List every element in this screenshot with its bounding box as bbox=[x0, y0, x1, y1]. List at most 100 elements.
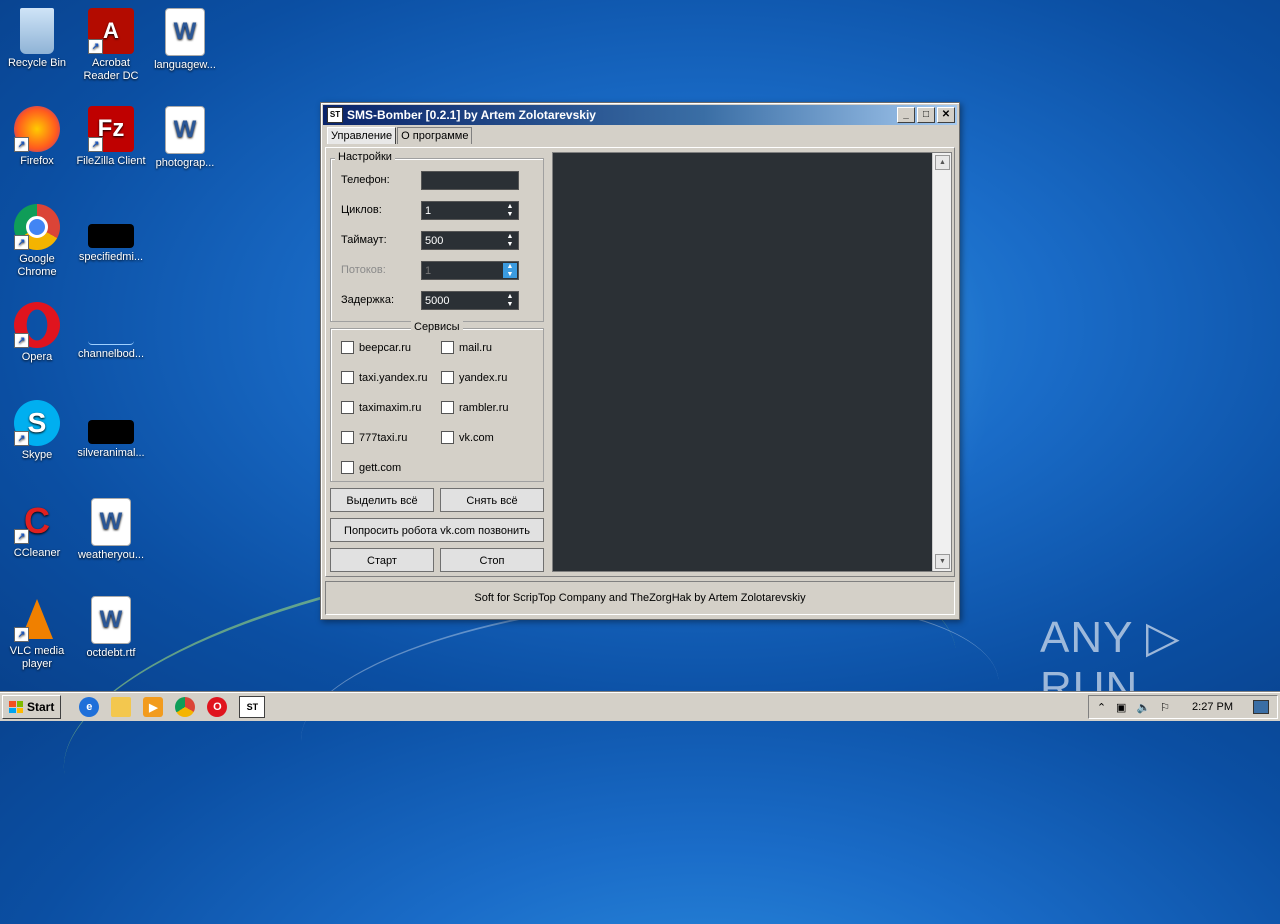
chrome-icon[interactable] bbox=[175, 697, 196, 717]
service-checkbox[interactable]: beepcar.ru bbox=[341, 341, 411, 354]
maximize-button[interactable]: □ bbox=[917, 107, 935, 123]
desktop-icon-weatheryou[interactable]: W weatheryou... bbox=[74, 498, 148, 562]
app-icon: ST bbox=[327, 107, 343, 123]
desktop-icon-chrome[interactable]: ↗ Google Chrome bbox=[0, 204, 74, 279]
flag-icon[interactable]: ⚐ bbox=[1160, 701, 1170, 714]
skype-icon: S ↗ bbox=[14, 400, 60, 446]
window-title: SMS-Bomber [0.2.1] by Artem Zolotarevski… bbox=[347, 108, 596, 122]
threads-spinbox: 1 ▲ ▼ bbox=[421, 261, 519, 280]
spin-arrows-icon[interactable]: ▲ ▼ bbox=[503, 233, 517, 248]
scroll-down-icon[interactable]: ▼ bbox=[935, 554, 950, 569]
desktop-icon-languagew[interactable]: W languagew... bbox=[148, 8, 222, 72]
opera-icon[interactable]: O bbox=[207, 697, 228, 717]
checkbox-icon[interactable] bbox=[441, 431, 454, 444]
log-console[interactable]: ▲ ▼ bbox=[552, 152, 952, 572]
checkbox-icon[interactable] bbox=[441, 341, 454, 354]
spin-arrows-icon: ▲ ▼ bbox=[503, 263, 517, 278]
service-checkbox[interactable]: taxi.yandex.ru bbox=[341, 371, 427, 384]
word-doc-icon: W bbox=[165, 106, 205, 154]
service-checkbox[interactable]: vk.com bbox=[441, 431, 494, 444]
desktop-icon-vlc[interactable]: ↗ VLC media player bbox=[0, 596, 74, 671]
acrobat-icon: A ↗ bbox=[88, 8, 134, 54]
firefox-icon: ↗ bbox=[14, 106, 60, 152]
services-group-title: Сервисы bbox=[411, 321, 463, 333]
delay-value: 5000 bbox=[425, 295, 450, 307]
word-doc-icon: W bbox=[91, 596, 131, 644]
sms-bomber-taskbar-button[interactable]: ST bbox=[239, 696, 266, 718]
desktop-icon-acrobat[interactable]: A ↗ Acrobat Reader DC bbox=[74, 8, 148, 83]
timeout-label: Таймаут: bbox=[341, 234, 387, 246]
sms-bomber-window: ST SMS-Bomber [0.2.1] by Artem Zolotarev… bbox=[320, 102, 960, 620]
black-file-icon bbox=[88, 420, 134, 444]
tab-panel: Настройки Телефон: Циклов: 1 ▲ ▼ Таймаут:… bbox=[325, 147, 955, 577]
timeout-spinbox[interactable]: 500 ▲ ▼ bbox=[421, 231, 519, 250]
word-doc-icon: W bbox=[165, 8, 205, 56]
desktop-icon-silveranimal[interactable]: silveranimal... bbox=[74, 400, 148, 460]
show-desktop-icon[interactable] bbox=[1253, 700, 1269, 714]
desktop-icon-ccleaner[interactable]: C ↗ CCleaner bbox=[0, 498, 74, 560]
tray-expand-icon[interactable]: ⌃ bbox=[1097, 701, 1106, 714]
spin-arrows-icon[interactable]: ▲ ▼ bbox=[503, 293, 517, 308]
checkbox-icon[interactable] bbox=[341, 401, 354, 414]
ie-icon[interactable]: e bbox=[79, 697, 100, 717]
start-button-taskbar[interactable]: Start bbox=[2, 695, 62, 719]
checkbox-icon[interactable] bbox=[341, 461, 354, 474]
desktop-icon-channelbod[interactable]: channelbod... bbox=[74, 302, 148, 361]
recycle-bin-icon bbox=[20, 8, 54, 54]
blank-file-icon bbox=[88, 302, 134, 345]
service-checkbox[interactable]: yandex.ru bbox=[441, 371, 507, 384]
checkbox-icon[interactable] bbox=[441, 371, 454, 384]
scroll-up-icon[interactable]: ▲ bbox=[935, 155, 950, 170]
desktop-icon-specifiedmi[interactable]: specifiedmi... bbox=[74, 204, 148, 264]
delay-label: Задержка: bbox=[341, 294, 395, 306]
desktop-icon-filezilla[interactable]: Fz ↗ FileZilla Client bbox=[74, 106, 148, 168]
network-icon[interactable]: ▣ bbox=[1116, 701, 1126, 714]
delay-spinbox[interactable]: 5000 ▲ ▼ bbox=[421, 291, 519, 310]
spin-arrows-icon[interactable]: ▲ ▼ bbox=[503, 203, 517, 218]
ask-robot-button[interactable]: Попросить робота vk.com позвонить bbox=[330, 518, 544, 542]
desktop-icon-octdebt[interactable]: W octdebt.rtf bbox=[74, 596, 148, 660]
checkbox-icon[interactable] bbox=[341, 431, 354, 444]
word-doc-icon: W bbox=[91, 498, 131, 546]
deselect-all-button[interactable]: Снять всё bbox=[440, 488, 544, 512]
media-player-icon[interactable]: ▶ bbox=[143, 697, 164, 717]
minimize-button[interactable]: _ bbox=[897, 107, 915, 123]
window-titlebar[interactable]: ST SMS-Bomber [0.2.1] by Artem Zolotarev… bbox=[323, 105, 957, 125]
explorer-icon[interactable] bbox=[111, 697, 132, 717]
settings-group-title: Настройки bbox=[335, 151, 395, 163]
settings-group: Настройки Телефон: Циклов: 1 ▲ ▼ Таймаут:… bbox=[330, 151, 544, 322]
service-checkbox[interactable]: 777taxi.ru bbox=[341, 431, 407, 444]
phone-field[interactable] bbox=[421, 171, 519, 190]
service-checkbox[interactable]: gett.com bbox=[341, 461, 401, 474]
service-checkbox[interactable]: taximaxim.ru bbox=[341, 401, 421, 414]
service-checkbox[interactable]: rambler.ru bbox=[441, 401, 509, 414]
start-label: Start bbox=[27, 700, 55, 714]
stop-button[interactable]: Стоп bbox=[440, 548, 544, 572]
phone-label: Телефон: bbox=[341, 174, 390, 186]
desktop-icon-photograp[interactable]: W photograp... bbox=[148, 106, 222, 170]
timeout-value: 500 bbox=[425, 235, 444, 247]
desktop-icon-firefox[interactable]: ↗ Firefox bbox=[0, 106, 74, 168]
ccleaner-icon: C ↗ bbox=[14, 498, 60, 544]
close-button[interactable]: ✕ bbox=[937, 107, 955, 123]
checkbox-icon[interactable] bbox=[341, 371, 354, 384]
select-all-button[interactable]: Выделить всё bbox=[330, 488, 434, 512]
checkbox-icon[interactable] bbox=[341, 341, 354, 354]
tab-control[interactable]: Управление bbox=[327, 127, 397, 144]
opera-icon: ↗ bbox=[14, 302, 60, 348]
log-scrollbar[interactable]: ▲ ▼ bbox=[932, 153, 951, 571]
desktop-icon-opera[interactable]: ↗ Opera bbox=[0, 302, 74, 364]
clock[interactable]: 2:27 PM bbox=[1192, 701, 1233, 713]
tab-about[interactable]: О программе bbox=[397, 127, 473, 144]
volume-icon[interactable]: 🔈 bbox=[1136, 701, 1150, 714]
windows-flag-icon bbox=[9, 701, 23, 713]
checkbox-icon[interactable] bbox=[441, 401, 454, 414]
service-checkbox[interactable]: mail.ru bbox=[441, 341, 492, 354]
black-file-icon bbox=[88, 224, 134, 248]
cycles-value: 1 bbox=[425, 205, 432, 217]
start-button[interactable]: Старт bbox=[330, 548, 434, 572]
vlc-icon: ↗ bbox=[14, 596, 60, 642]
desktop-icon-recycle-bin[interactable]: Recycle Bin bbox=[0, 8, 74, 70]
desktop-icon-skype[interactable]: S ↗ Skype bbox=[0, 400, 74, 462]
cycles-spinbox[interactable]: 1 ▲ ▼ bbox=[421, 201, 519, 220]
